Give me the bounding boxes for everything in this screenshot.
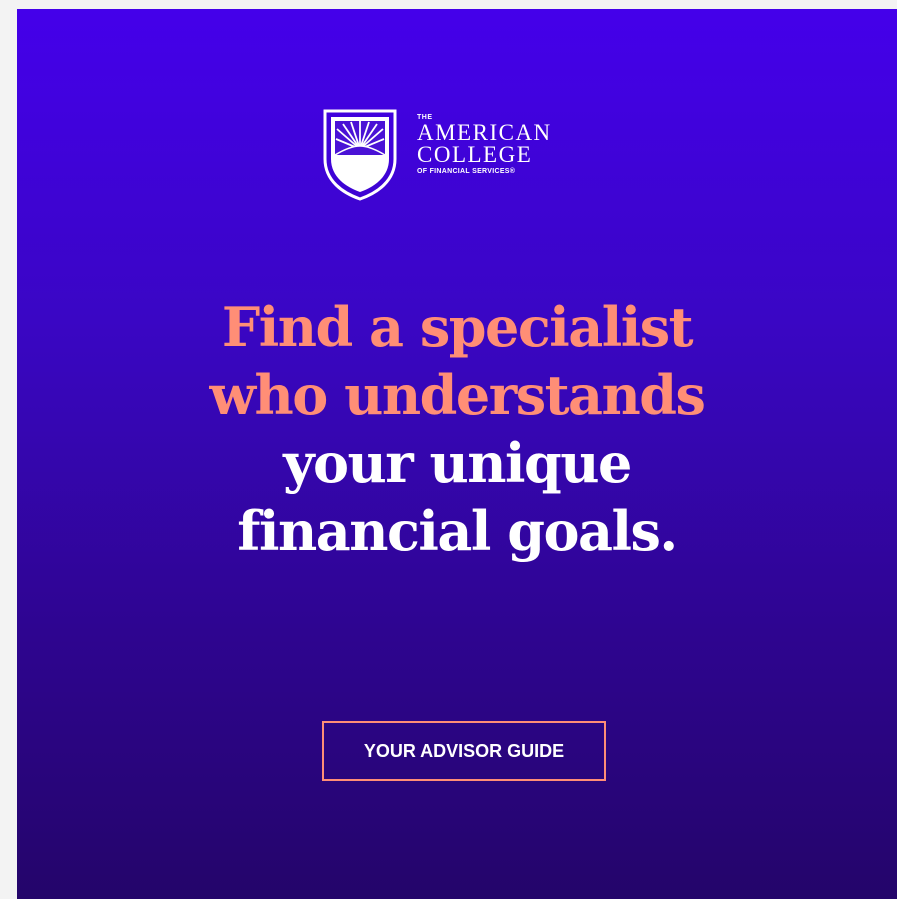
advisor-guide-button[interactable]: YOUR ADVISOR GUIDE [322, 721, 606, 781]
shield-sunburst-icon [323, 109, 397, 201]
headline-accent-line-1: Find a specialist [221, 295, 694, 359]
logo-american: AMERICAN [417, 120, 552, 145]
logo-college: COLLEGE [417, 142, 533, 167]
logo-wordmark: THE AMERICAN COLLEGE OF FINANCIAL SERVIC… [417, 113, 552, 175]
headline: Find a specialist who understands your u… [17, 293, 897, 565]
headline-line-3: your unique [283, 431, 632, 495]
ad-banner: THE AMERICAN COLLEGE OF FINANCIAL SERVIC… [17, 9, 897, 899]
headline-accent-line-2: who understands [209, 363, 706, 427]
college-logo[interactable]: THE AMERICAN COLLEGE OF FINANCIAL SERVIC… [323, 109, 623, 209]
headline-line-4: financial goals. [237, 499, 678, 563]
logo-financial-services: OF FINANCIAL SERVICES® [417, 168, 516, 175]
